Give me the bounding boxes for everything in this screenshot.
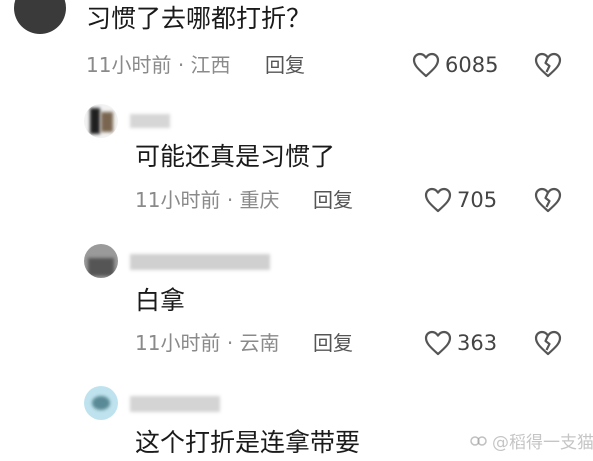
heart-outline-icon[interactable] <box>424 187 452 213</box>
comment-meta: 11小时前 · 云南 <box>135 329 280 357</box>
like-count: 705 <box>457 188 498 212</box>
comment-text: 可能还真是习惯了 <box>135 142 336 171</box>
comment-time: 11小时前 <box>135 188 221 212</box>
comment-text: 这个打折是连拿带要 <box>135 428 361 457</box>
reply-button[interactable]: 回复 <box>313 186 353 214</box>
username-redacted <box>130 114 170 128</box>
reply-button[interactable]: 回复 <box>313 329 353 357</box>
avatar[interactable] <box>84 386 118 420</box>
username-redacted <box>130 396 220 412</box>
comment-text: 白拿 <box>135 286 186 315</box>
comment-location: 云南 <box>239 331 280 355</box>
meta-separator: · <box>177 53 185 77</box>
comment-time: 11小时前 <box>135 331 221 355</box>
like-count: 363 <box>457 331 498 355</box>
comment-time: 11小时前 <box>86 53 172 77</box>
meta-separator: · <box>226 331 234 355</box>
broken-heart-icon[interactable] <box>534 52 562 78</box>
reply-button[interactable]: 回复 <box>265 51 305 79</box>
heart-outline-icon[interactable] <box>424 330 452 356</box>
broken-heart-icon[interactable] <box>534 187 562 213</box>
username-redacted <box>130 254 270 270</box>
comment-meta: 11小时前 · 江西 <box>86 51 231 79</box>
watermark-handle: @稻得一支猫 <box>492 433 593 453</box>
avatar[interactable] <box>14 0 66 34</box>
heart-outline-icon[interactable] <box>412 52 440 78</box>
watermark-logo-icon <box>470 435 487 446</box>
comment-location: 江西 <box>190 53 231 77</box>
comment-location: 重庆 <box>239 188 280 212</box>
like-count: 6085 <box>445 53 499 77</box>
broken-heart-icon[interactable] <box>534 330 562 356</box>
comment-meta: 11小时前 · 重庆 <box>135 186 280 214</box>
avatar[interactable] <box>84 244 118 278</box>
watermark: @稻得一支猫 <box>470 428 593 453</box>
avatar[interactable] <box>84 104 118 138</box>
comment-text: 习惯了去哪都打折？ <box>86 4 312 33</box>
meta-separator: · <box>226 188 234 212</box>
